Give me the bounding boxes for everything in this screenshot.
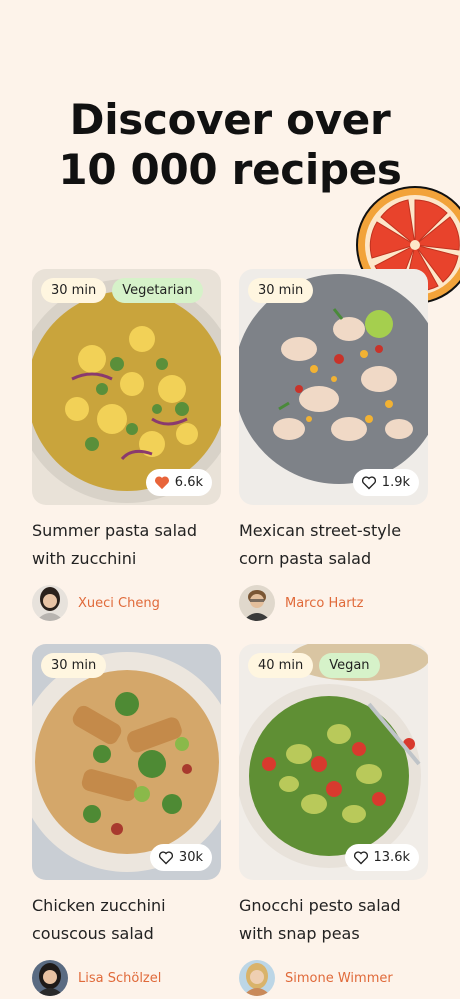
avatar bbox=[32, 585, 68, 621]
like-count: 6.6k bbox=[174, 475, 203, 490]
recipe-photo[interactable]: 30 min 1.9k bbox=[239, 269, 428, 505]
recipe-title-line-1: Mexican street-style bbox=[239, 521, 402, 540]
author-row[interactable]: Marco Hartz bbox=[239, 585, 428, 621]
author-row[interactable]: Lisa Schölzel bbox=[32, 960, 221, 996]
recipe-card-mexican-corn-pasta[interactable]: 30 min 1.9k Mexican street-style corn pa… bbox=[239, 269, 428, 621]
recipe-title-line-1: Chicken zucchini bbox=[32, 896, 166, 915]
recipe-photo[interactable]: 30 min 30k bbox=[32, 644, 221, 880]
like-count: 30k bbox=[178, 850, 203, 865]
recipe-title[interactable]: Mexican street-style corn pasta salad bbox=[239, 517, 428, 573]
author-name: Marco Hartz bbox=[285, 595, 364, 611]
time-badge: 30 min bbox=[248, 278, 314, 303]
author-row[interactable]: Simone Wimmer bbox=[239, 960, 428, 996]
time-badge: 30 min bbox=[41, 278, 107, 303]
diet-badge: Vegetarian bbox=[112, 278, 203, 303]
heart-outline-icon bbox=[353, 851, 368, 865]
time-badge: 30 min bbox=[41, 653, 107, 678]
recipe-title-line-2: with snap peas bbox=[239, 924, 360, 943]
recipe-photo[interactable]: 40 min Vegan 13.6k bbox=[239, 644, 428, 880]
author-name: Xueci Cheng bbox=[78, 595, 160, 611]
heart-filled-icon bbox=[154, 476, 169, 490]
avatar bbox=[239, 960, 275, 996]
like-button[interactable]: 6.6k bbox=[145, 469, 212, 496]
author-row[interactable]: Xueci Cheng bbox=[32, 585, 221, 621]
author-name: Lisa Schölzel bbox=[78, 970, 162, 986]
headline-line-1: Discover over bbox=[69, 95, 391, 144]
recipe-title[interactable]: Gnocchi pesto salad with snap peas bbox=[239, 892, 428, 948]
recipe-card-chicken-couscous[interactable]: 30 min 30k Chicken zucchini couscous sal… bbox=[32, 644, 221, 996]
like-button[interactable]: 13.6k bbox=[344, 844, 419, 871]
author-name: Simone Wimmer bbox=[285, 970, 393, 986]
diet-badge: Vegan bbox=[319, 653, 380, 678]
recipe-title[interactable]: Chicken zucchini couscous salad bbox=[32, 892, 221, 948]
recipe-title[interactable]: Summer pasta salad with zucchini bbox=[32, 517, 221, 573]
recipe-title-line-1: Summer pasta salad bbox=[32, 521, 197, 540]
like-count: 1.9k bbox=[381, 475, 410, 490]
recipe-title-line-2: with zucchini bbox=[32, 549, 137, 568]
recipe-title-line-1: Gnocchi pesto salad bbox=[239, 896, 401, 915]
recipe-card-summer-pasta[interactable]: 30 min Vegetarian 6.6k Summer pasta sala… bbox=[32, 269, 221, 621]
like-count: 13.6k bbox=[373, 850, 410, 865]
heart-outline-icon bbox=[158, 851, 173, 865]
like-button[interactable]: 1.9k bbox=[352, 469, 419, 496]
recipe-card-gnocchi-pesto[interactable]: 40 min Vegan 13.6k Gnocchi pesto salad w… bbox=[239, 644, 428, 996]
recipe-photo[interactable]: 30 min Vegetarian 6.6k bbox=[32, 269, 221, 505]
recipe-title-line-2: corn pasta salad bbox=[239, 549, 372, 568]
avatar bbox=[32, 960, 68, 996]
recipe-title-line-2: couscous salad bbox=[32, 924, 154, 943]
like-button[interactable]: 30k bbox=[149, 844, 212, 871]
heart-outline-icon bbox=[361, 476, 376, 490]
time-badge: 40 min bbox=[248, 653, 314, 678]
avatar bbox=[239, 585, 275, 621]
